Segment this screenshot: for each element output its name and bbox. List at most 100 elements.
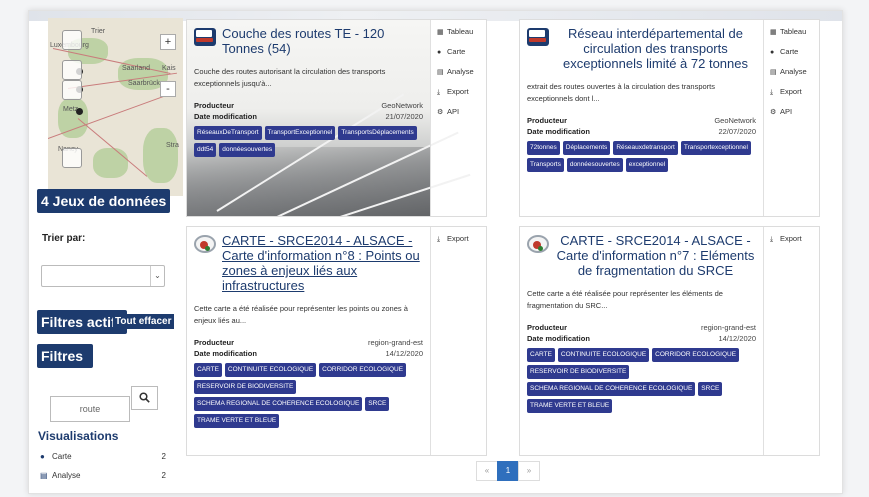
chevron-down-icon: ⌄ xyxy=(150,266,164,286)
globe-icon: ● xyxy=(40,452,45,461)
card-title[interactable]: CARTE - SRCE2014 - ALSACE - Carte d'info… xyxy=(555,233,756,278)
card-title[interactable]: Couche des routes TE - 120 Tonnes (54) xyxy=(222,26,423,56)
map-preview[interactable]: Trier Luxembourg Saarland Kais Saarbrück… xyxy=(48,18,183,196)
tag[interactable]: donnéesouvertes xyxy=(219,143,276,157)
action-tableau[interactable]: ▦ Tableau xyxy=(437,27,484,38)
dataset-card[interactable]: Réseau interdépartemental de circulation… xyxy=(519,19,820,217)
action-export[interactable]: ⤓ Export xyxy=(770,87,817,98)
page-current-button[interactable]: 1 xyxy=(497,461,519,481)
tag[interactable]: CARTE xyxy=(194,363,222,377)
tag[interactable]: TRAME VERTE ET BLEUE xyxy=(527,399,613,413)
card-actions: ⤓ Export xyxy=(430,227,486,455)
dataset-card[interactable]: Couche des routes TE - 120 Tonnes (54) C… xyxy=(186,19,487,217)
facet-label: Carte xyxy=(52,452,72,461)
producer-value: GeoNetwork xyxy=(714,116,756,125)
tag[interactable]: SRCE xyxy=(698,382,723,396)
tag[interactable]: CORRIDOR ECOLOGIQUE xyxy=(652,348,740,362)
table-icon: ▦ xyxy=(770,29,777,36)
tag[interactable]: CONTINUITE ECOLOGIQUE xyxy=(224,363,317,377)
dataset-count: 4 Jeux de données xyxy=(37,189,171,213)
action-label: Analyse xyxy=(780,67,807,76)
tag[interactable]: Transports xyxy=(527,158,564,172)
tag[interactable]: RESERVOIR DE BIODIVERSITE xyxy=(194,380,297,394)
tag[interactable]: ddt54 xyxy=(194,143,217,157)
facet-item[interactable]: ▤ Analyse 2 xyxy=(40,471,166,480)
chart-icon: ▤ xyxy=(770,69,777,76)
action-label: Carte xyxy=(447,47,466,56)
facet-count: 2 xyxy=(161,452,166,461)
tag[interactable]: RESERVOIR DE BIODIVERSITE xyxy=(527,365,630,379)
draw-tool-icon[interactable] xyxy=(62,30,82,50)
action-carte[interactable]: ● Carte xyxy=(770,47,817,58)
tag[interactable]: SRCE xyxy=(365,397,390,411)
search-input[interactable]: route xyxy=(50,396,130,422)
date-value: 14/12/2020 xyxy=(718,334,756,343)
tag[interactable]: donnéesouvertes xyxy=(566,158,623,172)
tag[interactable]: Réseauxdetransport xyxy=(613,141,678,155)
truck-icon xyxy=(194,28,216,46)
tag[interactable]: 72tonnes xyxy=(527,141,560,155)
action-analyse[interactable]: ▤ Analyse xyxy=(437,67,484,78)
filters-title: Filtres xyxy=(37,344,93,368)
facet-title: Visualisations xyxy=(38,429,119,443)
card-actions: ⤓ Export xyxy=(763,227,819,455)
action-api[interactable]: ⚙ API xyxy=(437,107,484,118)
globe-icon: ● xyxy=(437,49,442,56)
map-layer-icon xyxy=(194,235,216,253)
card-description: Cette carte a été réalisée pour représen… xyxy=(194,304,408,325)
tag-list: RéseauxDeTransport TransportExceptionnel… xyxy=(194,126,423,157)
card-title[interactable]: CARTE - SRCE2014 - ALSACE - Carte d'info… xyxy=(222,233,423,293)
tag[interactable]: CONTINUITE ECOLOGIQUE xyxy=(557,348,650,362)
card-actions: ▦ Tableau ● Carte ▤ Analyse ⤓ Export ⚙ API xyxy=(763,20,819,216)
square-tool-icon[interactable] xyxy=(62,80,82,100)
action-tableau[interactable]: ▦ Tableau xyxy=(770,27,817,38)
truck-icon xyxy=(527,28,549,46)
dataset-card[interactable]: CARTE - SRCE2014 - ALSACE - Carte d'info… xyxy=(186,226,487,456)
map-city-label: Trier xyxy=(91,28,106,35)
globe-icon: ● xyxy=(770,49,775,56)
tag[interactable]: CARTE xyxy=(527,348,555,362)
action-label: Export xyxy=(780,234,802,243)
dataset-card[interactable]: CARTE - SRCE2014 - ALSACE - Carte d'info… xyxy=(519,226,820,456)
action-api[interactable]: ⚙ API xyxy=(770,107,817,118)
tag[interactable]: TransportsDéplacements xyxy=(338,126,417,140)
pagination: « 1 » xyxy=(476,461,540,481)
tag[interactable]: TransportExceptionnel xyxy=(264,126,336,140)
zoom-in-button[interactable]: + xyxy=(160,34,176,50)
zoom-out-button[interactable]: - xyxy=(160,81,176,97)
page-next-button[interactable]: » xyxy=(518,461,540,481)
tag[interactable]: CORRIDOR ECOLOGIQUE xyxy=(319,363,407,377)
map-layer-icon xyxy=(527,235,549,253)
tag[interactable]: RéseauxDeTransport xyxy=(194,126,262,140)
action-analyse[interactable]: ▤ Analyse xyxy=(770,67,817,78)
action-export[interactable]: ⤓ Export xyxy=(437,87,484,98)
tag[interactable]: exceptionnel xyxy=(625,158,669,172)
facet-item[interactable]: ● Carte 2 xyxy=(40,452,166,461)
tag[interactable]: Déplacements xyxy=(562,141,611,155)
polygon-tool-icon[interactable] xyxy=(62,60,82,80)
tag[interactable]: SCHEMA REGIONAL DE COHERENCE ECOLOGIQUE xyxy=(194,397,363,411)
map-city-label: Saarland xyxy=(122,65,151,72)
tag[interactable]: Transportexceptionnel xyxy=(680,141,751,155)
sort-select[interactable]: ⌄ xyxy=(41,265,165,287)
clear-filters-link[interactable]: Tout effacer xyxy=(113,314,174,329)
action-carte[interactable]: ● Carte xyxy=(437,47,484,58)
card-body: CARTE - SRCE2014 - ALSACE - Carte d'info… xyxy=(520,227,763,455)
page-prev-button[interactable]: « xyxy=(476,461,498,481)
sort-label: Trier par: xyxy=(42,233,86,244)
action-export[interactable]: ⤓ Export xyxy=(437,234,484,245)
erase-tool-icon[interactable] xyxy=(62,148,82,168)
search-button[interactable] xyxy=(131,386,158,410)
facet-count: 2 xyxy=(161,471,166,480)
action-label: Tableau xyxy=(447,27,474,36)
app-frame: Trier Luxembourg Saarland Kais Saarbrück… xyxy=(28,10,843,494)
action-label: Analyse xyxy=(447,67,474,76)
producer-label: Producteur xyxy=(194,338,235,347)
card-body: CARTE - SRCE2014 - ALSACE - Carte d'info… xyxy=(187,227,430,455)
tag[interactable]: TRAME VERTE ET BLEUE xyxy=(194,414,280,428)
action-export[interactable]: ⤓ Export xyxy=(770,234,817,245)
card-title[interactable]: Réseau interdépartemental de circulation… xyxy=(555,26,756,71)
map-marker[interactable] xyxy=(76,108,83,115)
tag[interactable]: SCHEMA REGIONAL DE COHERENCE ECOLOGIQUE xyxy=(527,382,696,396)
chart-icon: ▤ xyxy=(40,471,48,480)
